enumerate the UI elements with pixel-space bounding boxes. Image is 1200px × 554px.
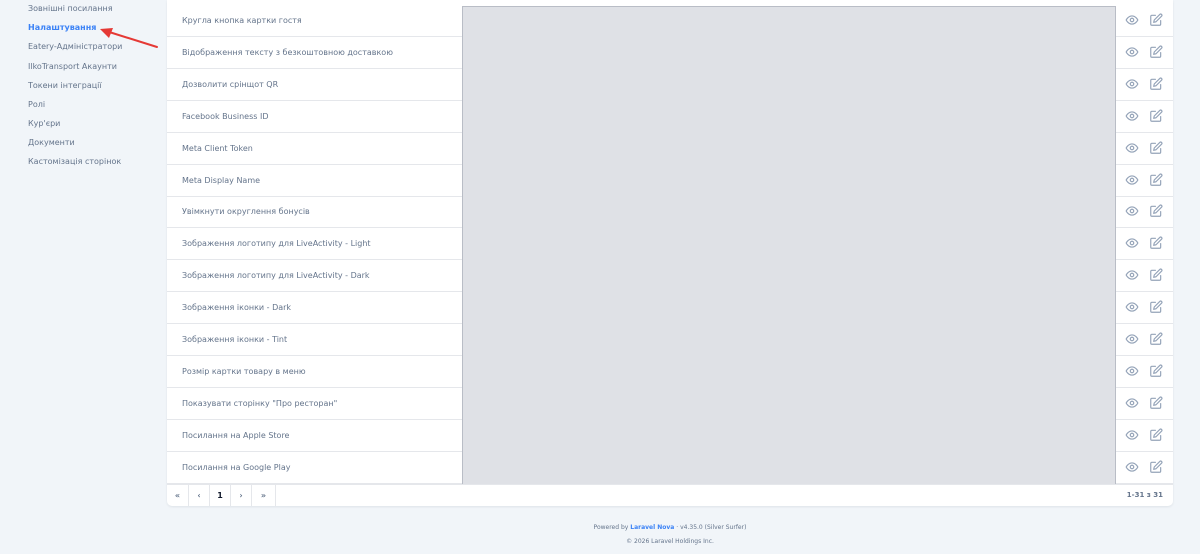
row-actions [1118,260,1168,291]
sidebar-item[interactable]: Токени інтеграції [28,81,102,90]
row-label: Відображення тексту з безкоштовною доста… [182,47,393,57]
footer-powered-label: Powered by [593,524,629,531]
edit-icon[interactable] [1149,109,1163,123]
row-label: Посилання на Google Play [182,462,291,472]
row-actions [1118,324,1168,355]
sidebar-item[interactable]: Документи [28,138,75,147]
eye-icon[interactable] [1125,45,1139,59]
row-actions [1118,420,1168,451]
sidebar-item[interactable]: Кастомізація сторінок [28,157,121,166]
row-actions [1118,133,1168,164]
settings-table: Кругла кнопка картки гостя Відображення т… [167,0,1173,506]
edit-icon[interactable] [1149,396,1163,410]
sidebar-item[interactable]: Налаштування [28,23,96,32]
edit-icon[interactable] [1149,77,1163,91]
eye-icon[interactable] [1125,460,1139,474]
sidebar-item[interactable]: Кур'єри [28,119,60,128]
row-label: Зображення іконки - Tint [182,335,288,344]
footer-version: · v4.35.0 (Silver Surfer) [676,524,747,531]
sidebar-item[interactable]: IlkoTransport Акаунти [28,62,117,71]
eye-icon[interactable] [1125,236,1139,250]
eye-icon[interactable] [1125,332,1139,346]
edit-icon[interactable] [1149,460,1163,474]
edit-icon[interactable] [1149,428,1163,442]
eye-icon[interactable] [1125,204,1139,218]
row-actions [1118,37,1168,68]
edit-icon[interactable] [1149,236,1163,250]
prev-page-button[interactable]: ‹ [189,485,210,506]
row-actions [1118,101,1168,132]
eye-icon[interactable] [1125,268,1139,282]
pagination: « ‹ 1 › » 1-31 з 31 [167,484,1173,506]
sidebar-item[interactable]: Ролі [28,100,45,109]
row-label: Зображення логотипу для LiveActivity - D… [182,271,370,281]
row-actions [1118,69,1168,100]
page-1-button[interactable]: 1 [210,485,231,506]
footer-nova-link[interactable]: Laravel Nova [630,524,674,531]
row-label: Дозволити срінщот QR [182,79,279,89]
row-label: Зображення іконки - Dark [182,303,292,313]
edit-icon[interactable] [1149,13,1163,27]
row-label: Meta Display Name [182,175,261,185]
eye-icon[interactable] [1125,141,1139,155]
image-placeholder [462,6,1116,485]
edit-icon[interactable] [1149,268,1163,282]
sidebar-item[interactable]: Eatery-Адміністратори [28,42,122,51]
eye-icon[interactable] [1125,109,1139,123]
last-page-button[interactable]: » [252,485,276,506]
row-actions [1118,292,1168,323]
eye-icon[interactable] [1125,13,1139,27]
footer-copyright: © 2026 Laravel Holdings Inc. [626,538,714,545]
row-label: Зображення логотипу для LiveActivity - L… [182,239,371,249]
row-actions [1118,228,1168,259]
row-actions [1118,356,1168,387]
row-label: Увімкнути округлення бонусів [182,207,310,217]
row-label: Facebook Business ID [182,111,269,121]
row-label: Кругла кнопка картки гостя [182,16,302,25]
eye-icon[interactable] [1125,77,1139,91]
sidebar: Зовнішні посилання Налаштування Eatery-Адм… [0,0,160,554]
eye-icon[interactable] [1125,428,1139,442]
edit-icon[interactable] [1149,332,1163,346]
eye-icon[interactable] [1125,364,1139,378]
row-label: Розмір картки товару в меню [182,366,306,376]
row-actions [1118,165,1168,196]
row-actions [1118,452,1168,483]
edit-icon[interactable] [1149,300,1163,314]
first-page-button[interactable]: « [167,485,189,506]
row-actions [1118,196,1168,227]
edit-icon[interactable] [1149,45,1163,59]
sidebar-item[interactable]: Зовнішні посилання [28,4,113,13]
footer-powered: Powered by Laravel Nova · v4.35.0 (Silve… [167,524,1173,531]
row-actions [1118,5,1168,36]
row-label: Посилання на Apple Store [182,430,290,440]
next-page-button[interactable]: › [231,485,252,506]
edit-icon[interactable] [1149,204,1163,218]
pagination-count: 1-31 з 31 [1126,491,1163,499]
row-actions [1118,388,1168,419]
eye-icon[interactable] [1125,300,1139,314]
edit-icon[interactable] [1149,141,1163,155]
edit-icon[interactable] [1149,173,1163,187]
eye-icon[interactable] [1125,396,1139,410]
row-label: Meta Client Token [182,143,253,153]
eye-icon[interactable] [1125,173,1139,187]
edit-icon[interactable] [1149,364,1163,378]
row-label: Показувати сторінку "Про ресторан" [182,398,338,408]
